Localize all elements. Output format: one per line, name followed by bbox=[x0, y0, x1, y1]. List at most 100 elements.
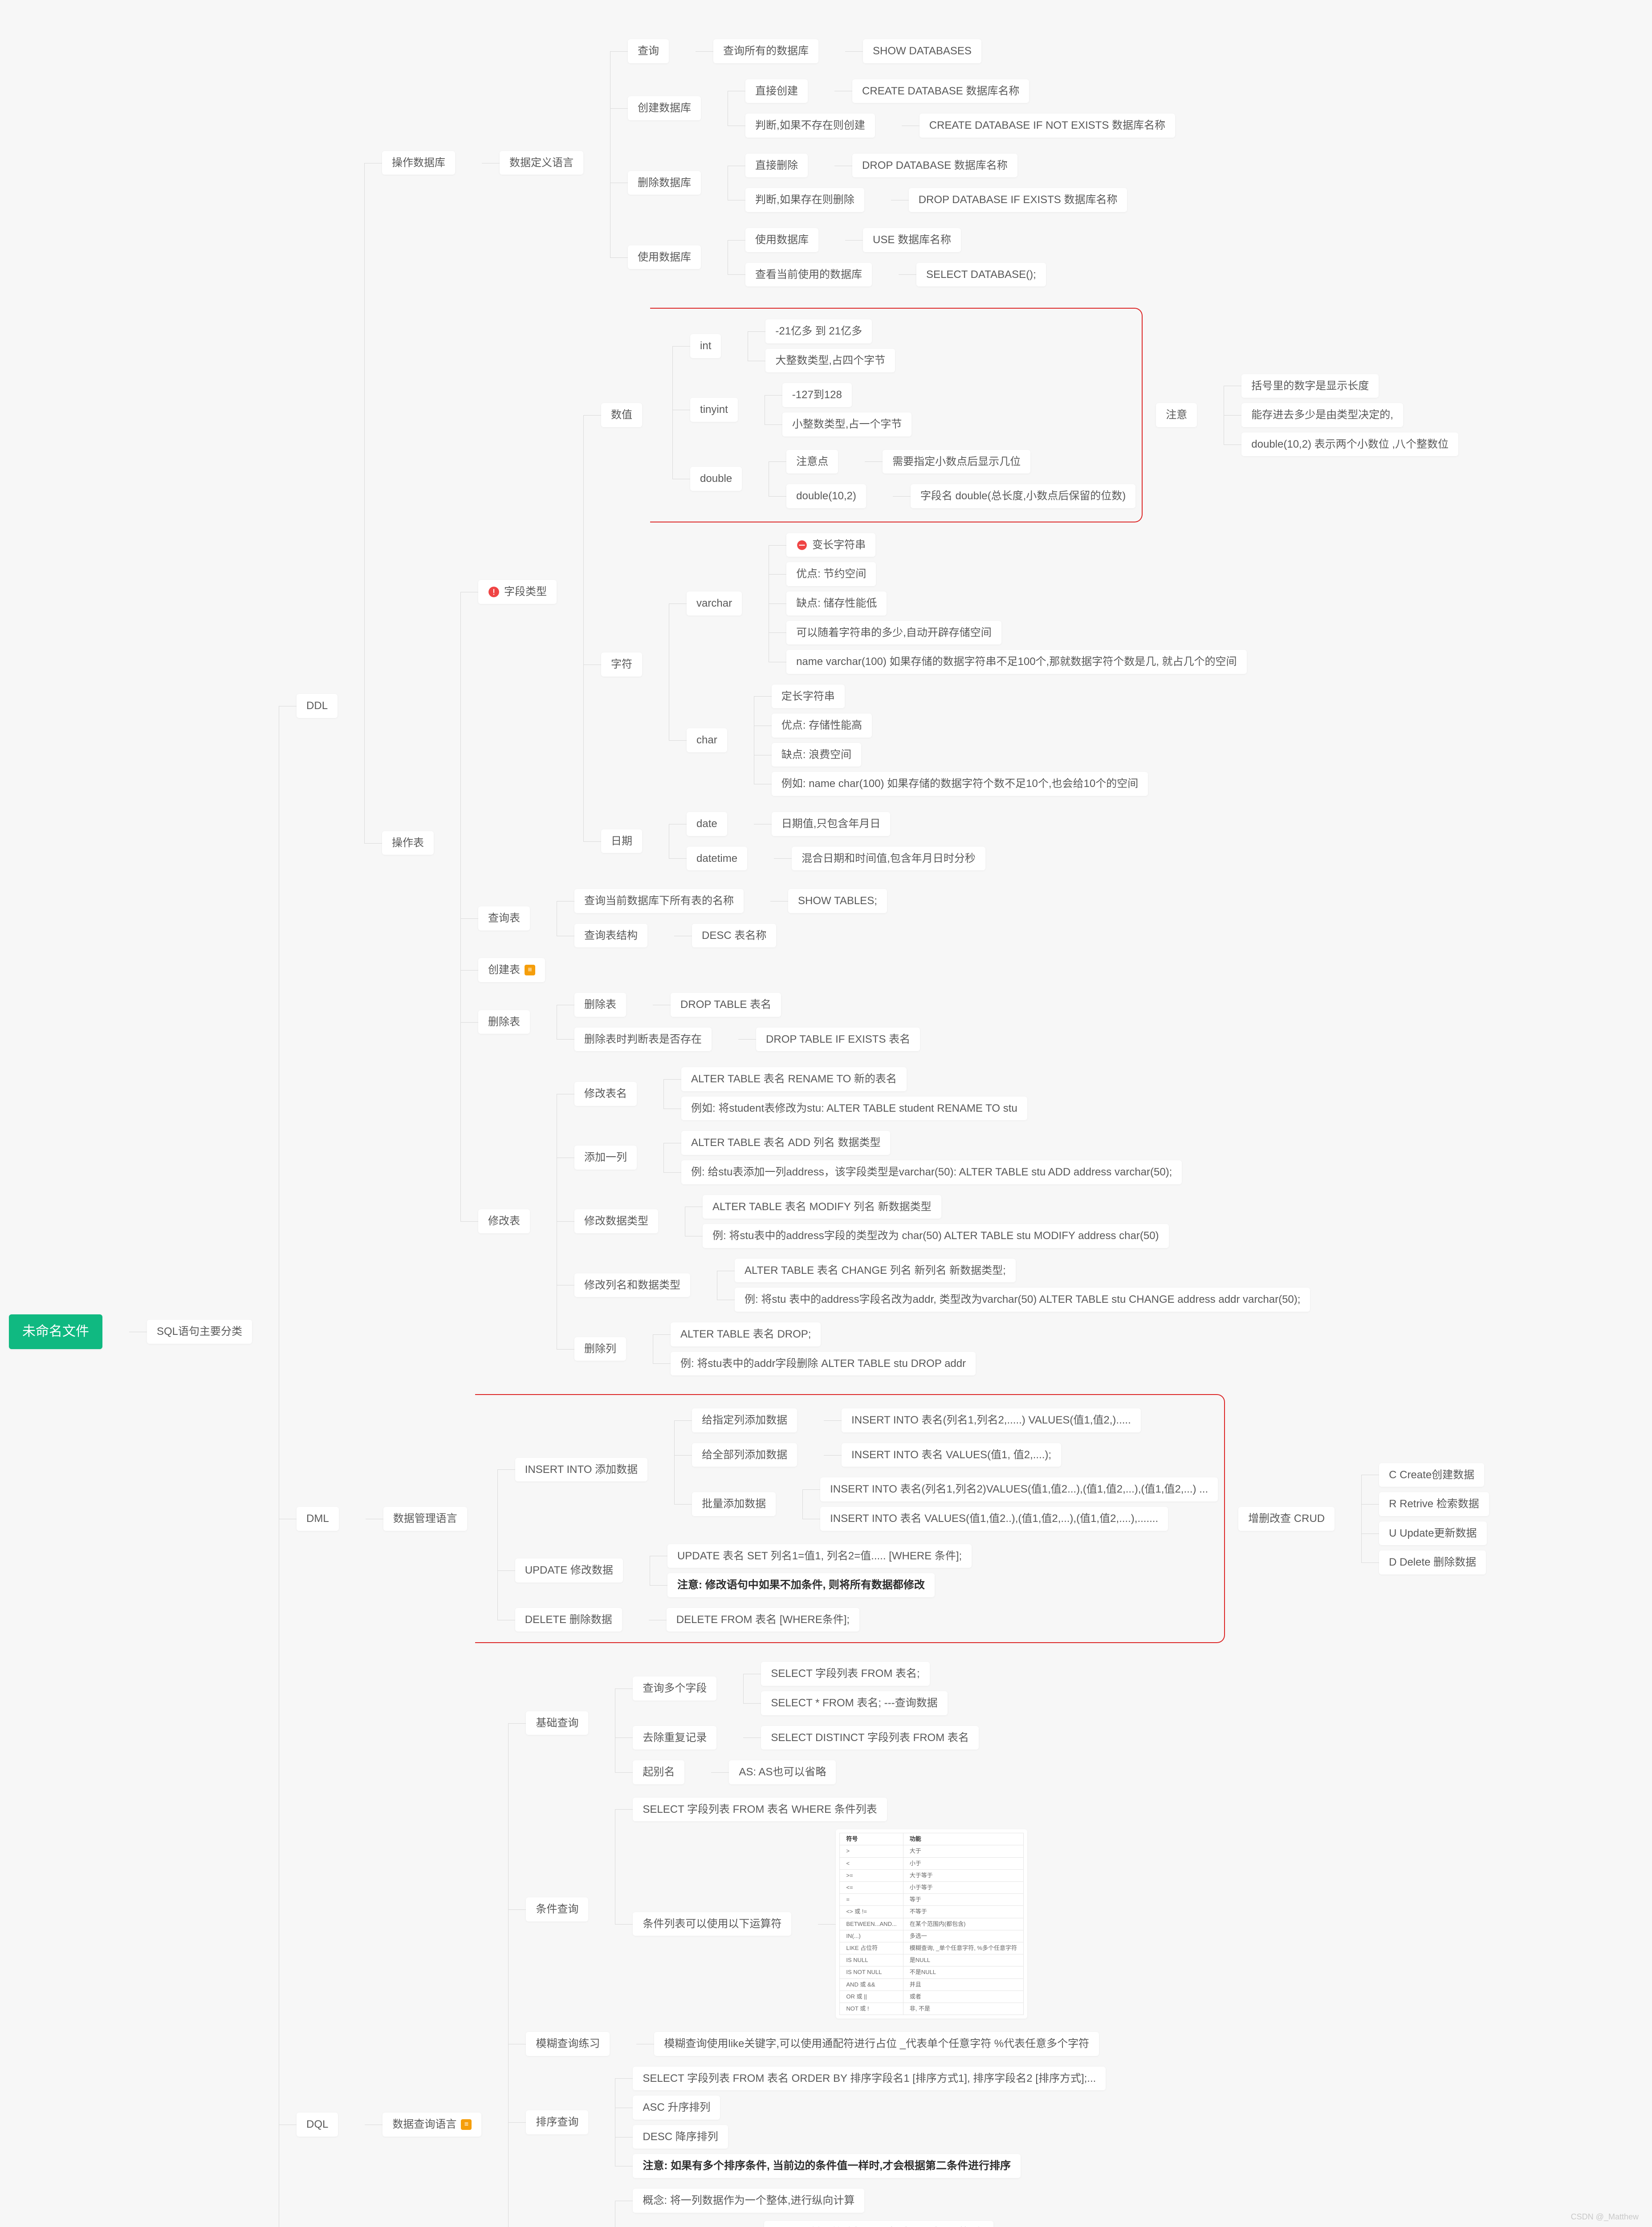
mtbl-rename[interactable]: 修改表名 bbox=[574, 1082, 637, 1106]
table-cell: <= bbox=[840, 1882, 903, 1894]
str-char[interactable]: char bbox=[687, 728, 727, 752]
table-row: IS NULL是NULL bbox=[840, 1954, 1024, 1966]
varchar-e: name varchar(100) 如果存储的数据字符串不足100个,那就数据字… bbox=[786, 650, 1246, 674]
ftype-str[interactable]: 字符 bbox=[601, 653, 642, 677]
basic-multi[interactable]: 查询多个字段 bbox=[633, 1676, 716, 1701]
opdb-drop-direct-r: DROP DATABASE 数据库名称 bbox=[852, 154, 1017, 178]
dml-sub[interactable]: 数据管理语言 bbox=[383, 1507, 467, 1531]
mtbl-modtype[interactable]: 修改数据类型 bbox=[574, 1209, 658, 1233]
table-cell: IN(...) bbox=[840, 1930, 903, 1942]
field-type[interactable]: 字段类型 bbox=[478, 580, 557, 604]
ddl-opdb[interactable]: 操作数据库 bbox=[382, 151, 455, 175]
rss-icon: ≡ bbox=[461, 2119, 472, 2130]
ctbl[interactable]: 创建表≡ bbox=[478, 958, 545, 982]
root-node[interactable]: 未命名文件 bbox=[9, 1314, 102, 1349]
cond-oplabel: 条件列表可以使用以下运算符 bbox=[633, 1912, 791, 1936]
opdb-use[interactable]: 使用数据库 bbox=[628, 245, 701, 269]
table-row: >大于 bbox=[840, 1845, 1024, 1857]
table-row: <=小于等于 bbox=[840, 1882, 1024, 1894]
cond-head: SELECT 字段列表 FROM 表名 WHERE 条件列表 bbox=[633, 1798, 887, 1822]
table-cell: 不是NULL bbox=[903, 1966, 1023, 1978]
table-cell: 多选一 bbox=[903, 1930, 1023, 1942]
opdb-create-direct-r: CREATE DATABASE 数据库名称 bbox=[852, 79, 1029, 103]
opdb-query[interactable]: 查询 bbox=[628, 39, 669, 63]
basic-alias-a: AS: AS也可以省略 bbox=[729, 1760, 836, 1784]
dql-basic[interactable]: 基础查询 bbox=[526, 1711, 588, 1735]
ddl-optbl[interactable]: 操作表 bbox=[382, 831, 434, 855]
table-cell: 并且 bbox=[903, 1978, 1023, 1990]
dql[interactable]: DQL bbox=[297, 2113, 338, 2137]
double-side-b: 能存进去多少是由类型决定的, bbox=[1241, 403, 1403, 427]
double-side-label[interactable]: 注意 bbox=[1156, 403, 1197, 427]
ftype-num[interactable]: 数值 bbox=[601, 403, 642, 427]
table-cell: <> 或 != bbox=[840, 1906, 903, 1918]
table-row: =等于 bbox=[840, 1894, 1024, 1906]
dml-bracket: INSERT INTO 添加数据 给指定列添加数据INSERT INTO 表名(… bbox=[475, 1394, 1225, 1643]
opdb-drop[interactable]: 删除数据库 bbox=[628, 171, 701, 195]
char-c: 缺点: 浪费空间 bbox=[772, 743, 861, 767]
table-cell: LIKE 占位符 bbox=[840, 1942, 903, 1954]
table-cell: 模糊查询, _单个任意字符, %多个任意字符 bbox=[903, 1942, 1023, 1954]
ddl[interactable]: DDL bbox=[297, 694, 338, 718]
insert-batch-a: INSERT INTO 表名(列名1,列名2)VALUES(值1,值2...),… bbox=[820, 1477, 1218, 1501]
table-cell: OR 或 || bbox=[840, 1990, 903, 2003]
dtbl-a-l: 删除表 bbox=[574, 993, 626, 1017]
table-row: IN(...)多选一 bbox=[840, 1930, 1024, 1942]
table-cell: = bbox=[840, 1894, 903, 1906]
mindmap-root: 未命名文件 SQL语句主要分类 DDL 操作数据库 数据定义语言 bbox=[9, 18, 1643, 2227]
char-d: 例如: name char(100) 如果存储的数据字符个数不足10个,也会给1… bbox=[772, 772, 1148, 796]
qtbl-b-r: DESC 表名称 bbox=[692, 924, 776, 948]
opdb-query-b: SHOW DATABASES bbox=[863, 39, 981, 63]
dml-update[interactable]: UPDATE 修改数据 bbox=[515, 1558, 623, 1583]
mtbl-addcol[interactable]: 添加一列 bbox=[574, 1146, 637, 1170]
dql-cond[interactable]: 条件查询 bbox=[526, 1897, 588, 1921]
table-row: 符号功能 bbox=[840, 1833, 1024, 1845]
ftype-date[interactable]: 日期 bbox=[601, 829, 642, 853]
table-cell: 是NULL bbox=[903, 1954, 1023, 1966]
qtbl-b-l: 查询表结构 bbox=[574, 924, 647, 948]
double-ex-r: 字段名 double(总长度,小数点后保留的位数) bbox=[911, 484, 1135, 508]
crud-d: D Delete 删除数据 bbox=[1379, 1550, 1486, 1574]
opdb-create-judge-l: 判断,如果不存在则创建 bbox=[745, 114, 875, 138]
basic-dedup[interactable]: 去除重复记录 bbox=[633, 1726, 716, 1750]
double-note-l: 注意点 bbox=[786, 450, 838, 474]
dml-delete[interactable]: DELETE 删除数据 bbox=[515, 1608, 622, 1632]
date-dt-l: datetime bbox=[687, 847, 747, 871]
table-cell: 在某个范围内(都包含) bbox=[903, 1918, 1023, 1930]
update-b: 注意: 修改语句中如果不加条件, 则将所有数据都修改 bbox=[667, 1573, 935, 1597]
crud-side: 增删改查 CRUD C Create创建数据 R Retrive 检索数据 U … bbox=[1238, 1460, 1489, 1577]
qtbl[interactable]: 查询表 bbox=[478, 906, 530, 930]
crud-label[interactable]: 增删改查 CRUD bbox=[1238, 1507, 1335, 1531]
dtbl[interactable]: 删除表 bbox=[478, 1010, 530, 1034]
watermark: CSDN @_Matthew bbox=[1571, 2212, 1639, 2222]
dml-insert[interactable]: INSERT INTO 添加数据 bbox=[515, 1458, 647, 1482]
mtbl-dropcol-a: ALTER TABLE 表名 DROP; bbox=[671, 1322, 821, 1346]
sql-classify[interactable]: SQL语句主要分类 bbox=[147, 1320, 252, 1344]
table-row: NOT 或 !非, 不是 bbox=[840, 2003, 1024, 2015]
basic-multi-a: SELECT 字段列表 FROM 表名; bbox=[761, 1662, 929, 1686]
num-tinyint[interactable]: tinyint bbox=[690, 398, 738, 422]
opdb-create-direct-l: 直接创建 bbox=[745, 79, 808, 103]
str-varchar[interactable]: varchar bbox=[687, 591, 742, 616]
table-row: LIKE 占位符模糊查询, _单个任意字符, %多个任意字符 bbox=[840, 1942, 1024, 1954]
mtbl-dropcol[interactable]: 删除列 bbox=[574, 1337, 626, 1361]
num-double[interactable]: double bbox=[690, 467, 742, 491]
cond-table-wrap: 符号功能>大于<小于>=大于等于<=小于等于=等于<> 或 !=不等于BETWE… bbox=[836, 1829, 1027, 2019]
char-b: 优点: 存储性能高 bbox=[772, 714, 872, 738]
dml[interactable]: DML bbox=[297, 1507, 339, 1531]
num-int[interactable]: int bbox=[690, 334, 721, 358]
dql-order[interactable]: 排序查询 bbox=[526, 2110, 588, 2134]
mtbl[interactable]: 修改表 bbox=[478, 1209, 530, 1233]
mtbl-chgcol[interactable]: 修改列名和数据类型 bbox=[574, 1273, 690, 1297]
opdb-create[interactable]: 创建数据库 bbox=[628, 96, 701, 120]
ddl-opdb-def[interactable]: 数据定义语言 bbox=[500, 151, 583, 175]
dql-like[interactable]: 模糊查询练习 bbox=[526, 2032, 610, 2056]
dql-sub[interactable]: 数据查询语言≡ bbox=[382, 2113, 481, 2137]
opdb-use-a-r: USE 数据库名称 bbox=[863, 228, 961, 252]
like-a: 模糊查询使用like关键字,可以使用通配符进行占位 _代表单个任意字符 %代表任… bbox=[654, 2032, 1099, 2056]
order-c: DESC 降序排列 bbox=[633, 2125, 728, 2149]
basic-alias[interactable]: 起别名 bbox=[633, 1760, 684, 1784]
warn-icon bbox=[488, 586, 500, 598]
table-cell: 非, 不是 bbox=[903, 2003, 1023, 2015]
update-a: UPDATE 表名 SET 列名1=值1, 列名2=值..... [WHERE … bbox=[667, 1544, 972, 1568]
